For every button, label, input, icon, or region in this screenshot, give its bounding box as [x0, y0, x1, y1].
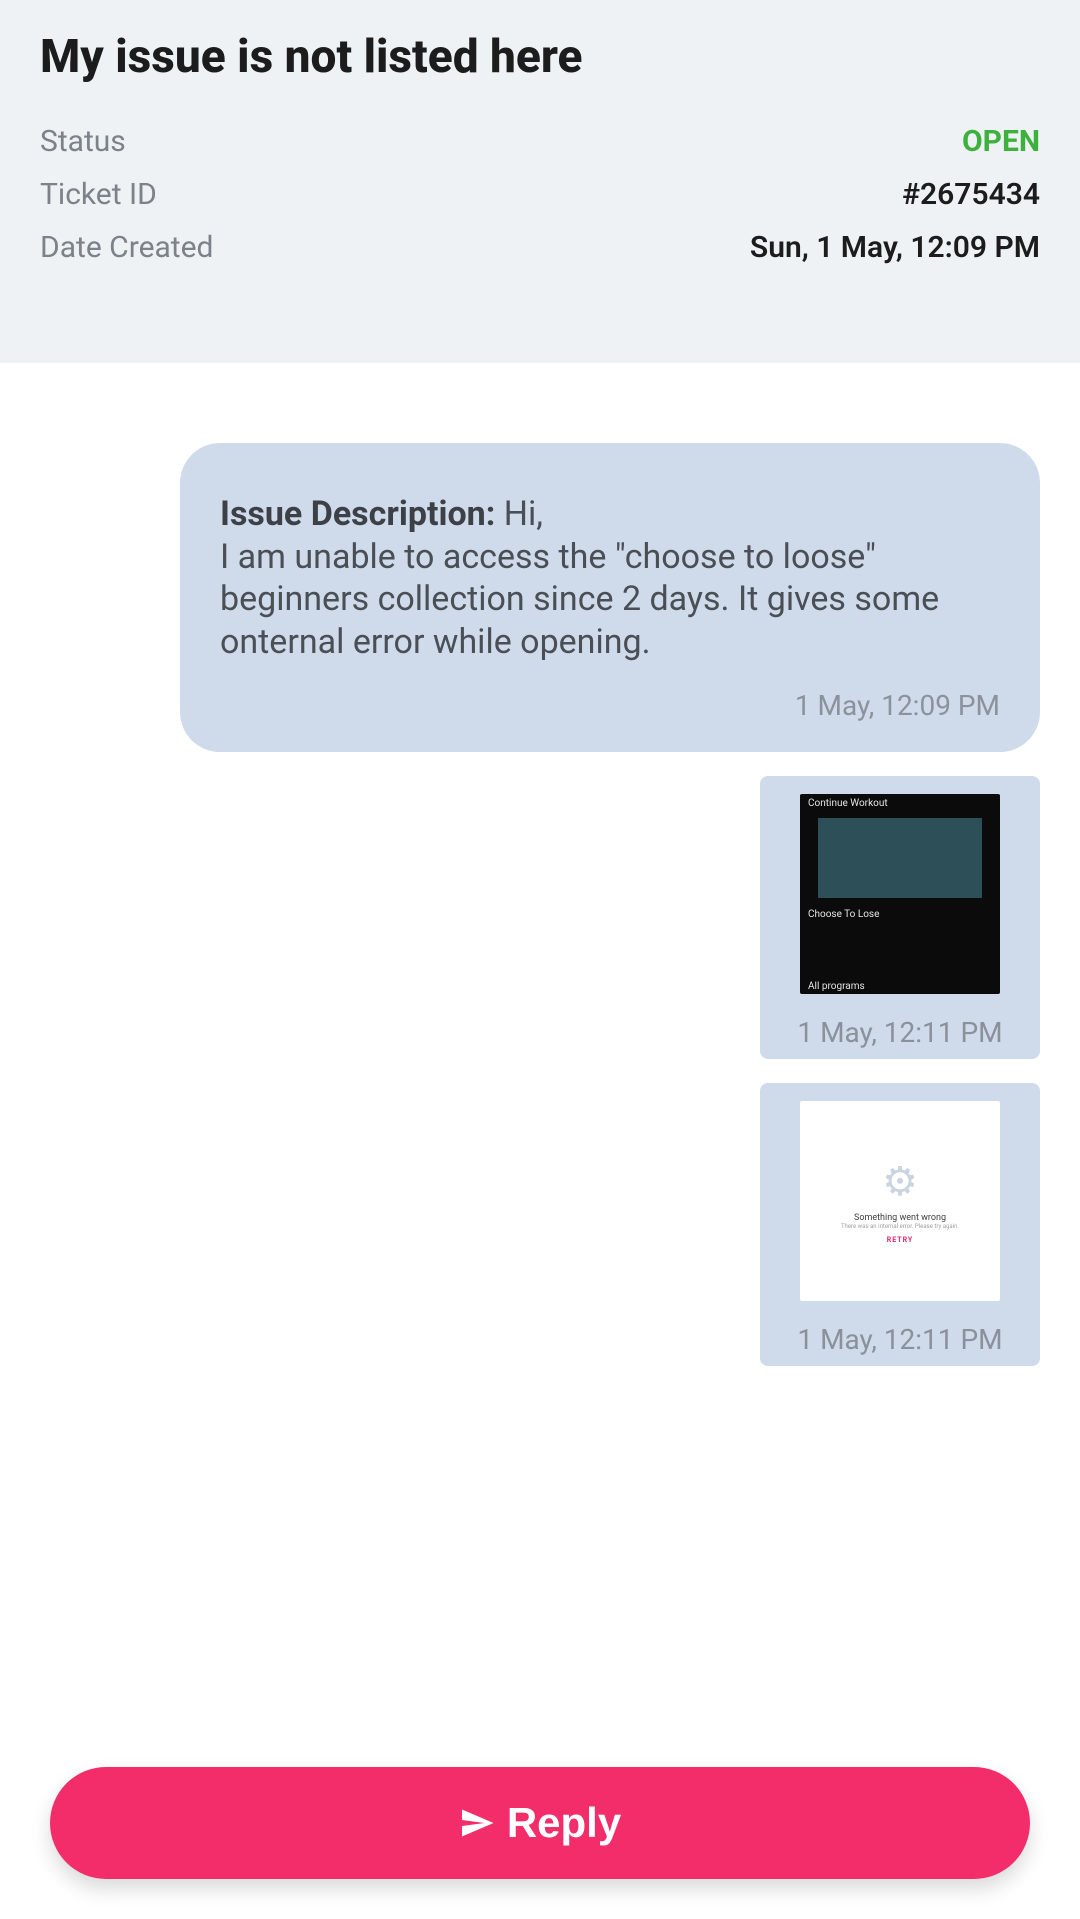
ticket-header: My issue is not listed here Status OPEN … [0, 0, 1080, 363]
attachment-card[interactable]: Continue Workout Choose To Lose All prog… [760, 776, 1040, 1059]
send-icon [459, 1805, 495, 1841]
date-created-label: Date Created [40, 230, 213, 265]
attachment-timestamp: 1 May, 12:11 PM [797, 1323, 1002, 1356]
message-body: Issue Description: Hi,I am unable to acc… [220, 493, 1000, 663]
message-bubble: Issue Description: Hi,I am unable to acc… [180, 443, 1040, 752]
message-prefix: Issue Description: [220, 494, 504, 534]
message-thread: Issue Description: Hi,I am unable to acc… [0, 363, 1080, 1767]
attachment-timestamp: 1 May, 12:11 PM [797, 1016, 1002, 1049]
page-title: My issue is not listed here [40, 30, 1040, 84]
ticket-id-row: Ticket ID #2675434 [40, 177, 1040, 212]
footer: Reply [0, 1767, 1080, 1919]
error-retry: RETRY [887, 1236, 913, 1244]
thumb-text-bottom: All programs [808, 981, 865, 992]
status-label: Status [40, 124, 126, 159]
date-created-value: Sun, 1 May, 12:09 PM [750, 230, 1040, 265]
reply-button-label: Reply [507, 1799, 621, 1847]
attachment-card[interactable]: ⚙︎ Something went wrong There was an int… [760, 1083, 1040, 1366]
error-title: Something went wrong [854, 1213, 946, 1223]
status-row: Status OPEN [40, 124, 1040, 159]
date-created-row: Date Created Sun, 1 May, 12:09 PM [40, 230, 1040, 265]
message-timestamp: 1 May, 12:09 PM [220, 689, 1000, 722]
reply-button[interactable]: Reply [50, 1767, 1030, 1879]
status-badge: OPEN [962, 124, 1040, 159]
ticket-id-label: Ticket ID [40, 177, 157, 212]
error-subtitle: There was an internal error. Please try … [841, 1223, 959, 1230]
error-illustration-icon: ⚙︎ [882, 1158, 918, 1205]
ticket-id-value: #2675434 [902, 177, 1040, 212]
thumb-text-mid: Choose To Lose [808, 909, 879, 920]
attachment-thumbnail: Continue Workout Choose To Lose All prog… [800, 794, 1000, 994]
thumb-text-top: Continue Workout [808, 798, 888, 809]
attachment-thumbnail: ⚙︎ Something went wrong There was an int… [800, 1101, 1000, 1301]
